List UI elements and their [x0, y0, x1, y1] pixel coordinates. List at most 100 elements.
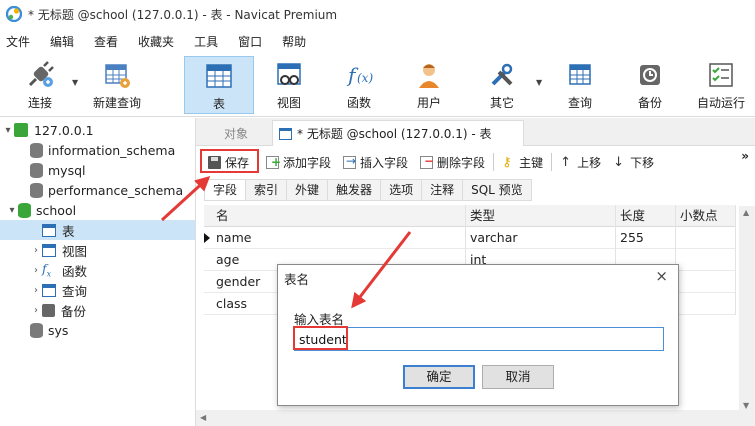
insert-field-icon: →: [343, 154, 356, 169]
expand-icon[interactable]: ›: [30, 305, 42, 316]
expand-icon[interactable]: ›: [30, 285, 42, 296]
tab-indexes[interactable]: 索引: [246, 179, 288, 201]
backup-button[interactable]: 备份: [620, 56, 680, 114]
header-decimals[interactable]: 小数点: [676, 205, 736, 227]
delete-field-icon: −: [420, 154, 434, 169]
tab-sql-preview[interactable]: SQL 预览: [463, 179, 532, 201]
connect-label: 连接: [27, 96, 52, 110]
view-icon: [274, 60, 304, 90]
scroll-up-arrow-icon[interactable]: ▲: [743, 208, 749, 217]
move-up-button[interactable]: ↑ 上移: [554, 150, 607, 174]
user-button[interactable]: 用户: [398, 56, 460, 114]
horizontal-scrollbar[interactable]: ◀: [196, 410, 739, 426]
arrow-up-icon: ↑: [560, 154, 571, 170]
header-name[interactable]: 名: [212, 205, 466, 227]
new-query-button[interactable]: 新建查询: [86, 56, 148, 114]
automation-button[interactable]: 自动运行: [690, 56, 752, 114]
cell-length[interactable]: 255: [616, 227, 676, 249]
design-toolbar: 保存 + 添加字段 → 插入字段 − 删除字段 ⚷ 主键 ↑ 上移 ↓ 下移 »: [196, 147, 755, 177]
tree-db-sys[interactable]: sys: [18, 320, 68, 340]
header-type[interactable]: 类型: [466, 205, 616, 227]
menu-window[interactable]: 窗口: [228, 33, 272, 50]
tree-connection[interactable]: ▾ 127.0.0.1: [2, 120, 93, 140]
menu-help[interactable]: 帮助: [272, 33, 316, 50]
view-button[interactable]: 视图: [258, 56, 320, 114]
automation-label: 自动运行: [696, 96, 745, 110]
cell-type[interactable]: varchar: [466, 227, 616, 249]
menu-file[interactable]: 文件: [0, 33, 40, 50]
tree-item-functions[interactable]: › fx 函数: [30, 260, 87, 280]
tree-db-mysql[interactable]: mysql: [18, 160, 86, 180]
scroll-left-arrow-icon[interactable]: ◀: [200, 413, 206, 422]
current-row-arrow-icon: [204, 233, 210, 243]
cell-name[interactable]: name: [212, 227, 466, 249]
add-field-button[interactable]: + 添加字段: [260, 150, 337, 174]
primary-key-button[interactable]: ⚷ 主键: [496, 150, 549, 174]
tree-db-school[interactable]: ▾ school: [6, 200, 76, 220]
connect-button[interactable]: 连接: [10, 56, 70, 114]
checklist-icon: [706, 60, 736, 90]
save-button[interactable]: 保存: [202, 150, 255, 174]
ok-button[interactable]: 确定: [403, 365, 475, 389]
header-length[interactable]: 长度: [616, 205, 676, 227]
move-down-button[interactable]: ↓ 下移: [607, 150, 660, 174]
insert-field-button[interactable]: → 插入字段: [337, 150, 414, 174]
db-label: performance_schema: [48, 182, 184, 198]
dialog-title: 表名: [284, 272, 310, 287]
tree-item-label: 视图: [62, 243, 88, 259]
menu-edit[interactable]: 编辑: [40, 33, 84, 50]
scroll-down-arrow-icon[interactable]: ▼: [743, 401, 749, 410]
title-bar: * 无标题 @school (127.0.0.1) - 表 - Navicat …: [0, 0, 755, 28]
tree-db-performance-schema[interactable]: performance_schema: [18, 180, 183, 200]
cell-decimals[interactable]: [676, 271, 736, 293]
function-button[interactable]: f (x) 函数: [328, 56, 390, 114]
tree-item-views[interactable]: › 视图: [30, 240, 87, 260]
table-button[interactable]: 表: [184, 56, 254, 114]
separator: [493, 153, 495, 171]
vertical-scrollbar[interactable]: ▲ ▼: [739, 206, 755, 426]
tab-foreign-keys[interactable]: 外键: [287, 179, 329, 201]
database-icon: [30, 142, 43, 158]
tab-table-design[interactable]: * 无标题 @school (127.0.0.1) - 表: [272, 120, 524, 146]
tree-item-tables[interactable]: 表: [0, 220, 195, 240]
collapse-icon[interactable]: ▾: [6, 205, 18, 216]
expand-icon[interactable]: ›: [30, 245, 42, 256]
more-chevron-icon[interactable]: »: [741, 149, 749, 163]
navicat-logo-icon: [5, 5, 23, 23]
new-query-label: 新建查询: [92, 96, 141, 110]
function-label: 函数: [346, 96, 371, 110]
tree-db-information-schema[interactable]: information_schema: [18, 140, 175, 160]
menu-favorites[interactable]: 收藏夹: [128, 33, 184, 50]
cell-decimals[interactable]: [676, 249, 736, 271]
tab-objects[interactable]: 对象: [202, 120, 270, 146]
add-field-label: 添加字段: [283, 155, 332, 170]
tab-comment[interactable]: 注释: [422, 179, 464, 201]
close-icon[interactable]: ×: [655, 267, 668, 285]
tab-fields[interactable]: 字段: [204, 179, 247, 201]
query-icon: [565, 60, 595, 90]
tab-label: * 无标题 @school (127.0.0.1) - 表: [297, 127, 492, 141]
cancel-button[interactable]: 取消: [482, 365, 554, 389]
query-label: 查询: [567, 96, 592, 110]
cell-decimals[interactable]: [676, 227, 736, 249]
table-name-input[interactable]: [294, 327, 664, 351]
tab-strip: 对象 * 无标题 @school (127.0.0.1) - 表: [196, 118, 755, 146]
backup-icon: [635, 60, 665, 90]
menu-tools[interactable]: 工具: [184, 33, 228, 50]
tab-triggers[interactable]: 触发器: [328, 179, 382, 201]
table-row[interactable]: name varchar 255: [204, 227, 736, 249]
connect-dropdown-icon[interactable]: ▼: [72, 78, 78, 87]
query-button[interactable]: 查询: [550, 56, 610, 114]
tree-item-backups[interactable]: › 备份: [30, 300, 86, 320]
tree-item-label: 表: [62, 223, 75, 239]
other-button[interactable]: 其它: [470, 56, 534, 114]
tree-item-queries[interactable]: › 查询: [30, 280, 87, 300]
menu-view[interactable]: 查看: [84, 33, 128, 50]
delete-field-button[interactable]: − 删除字段: [414, 150, 491, 174]
tab-options[interactable]: 选项: [381, 179, 423, 201]
cell-decimals[interactable]: [676, 293, 736, 315]
expand-icon[interactable]: ›: [30, 265, 42, 276]
collapse-icon[interactable]: ▾: [2, 125, 14, 136]
other-dropdown-icon[interactable]: ▼: [536, 78, 542, 87]
user-icon: [414, 60, 444, 90]
